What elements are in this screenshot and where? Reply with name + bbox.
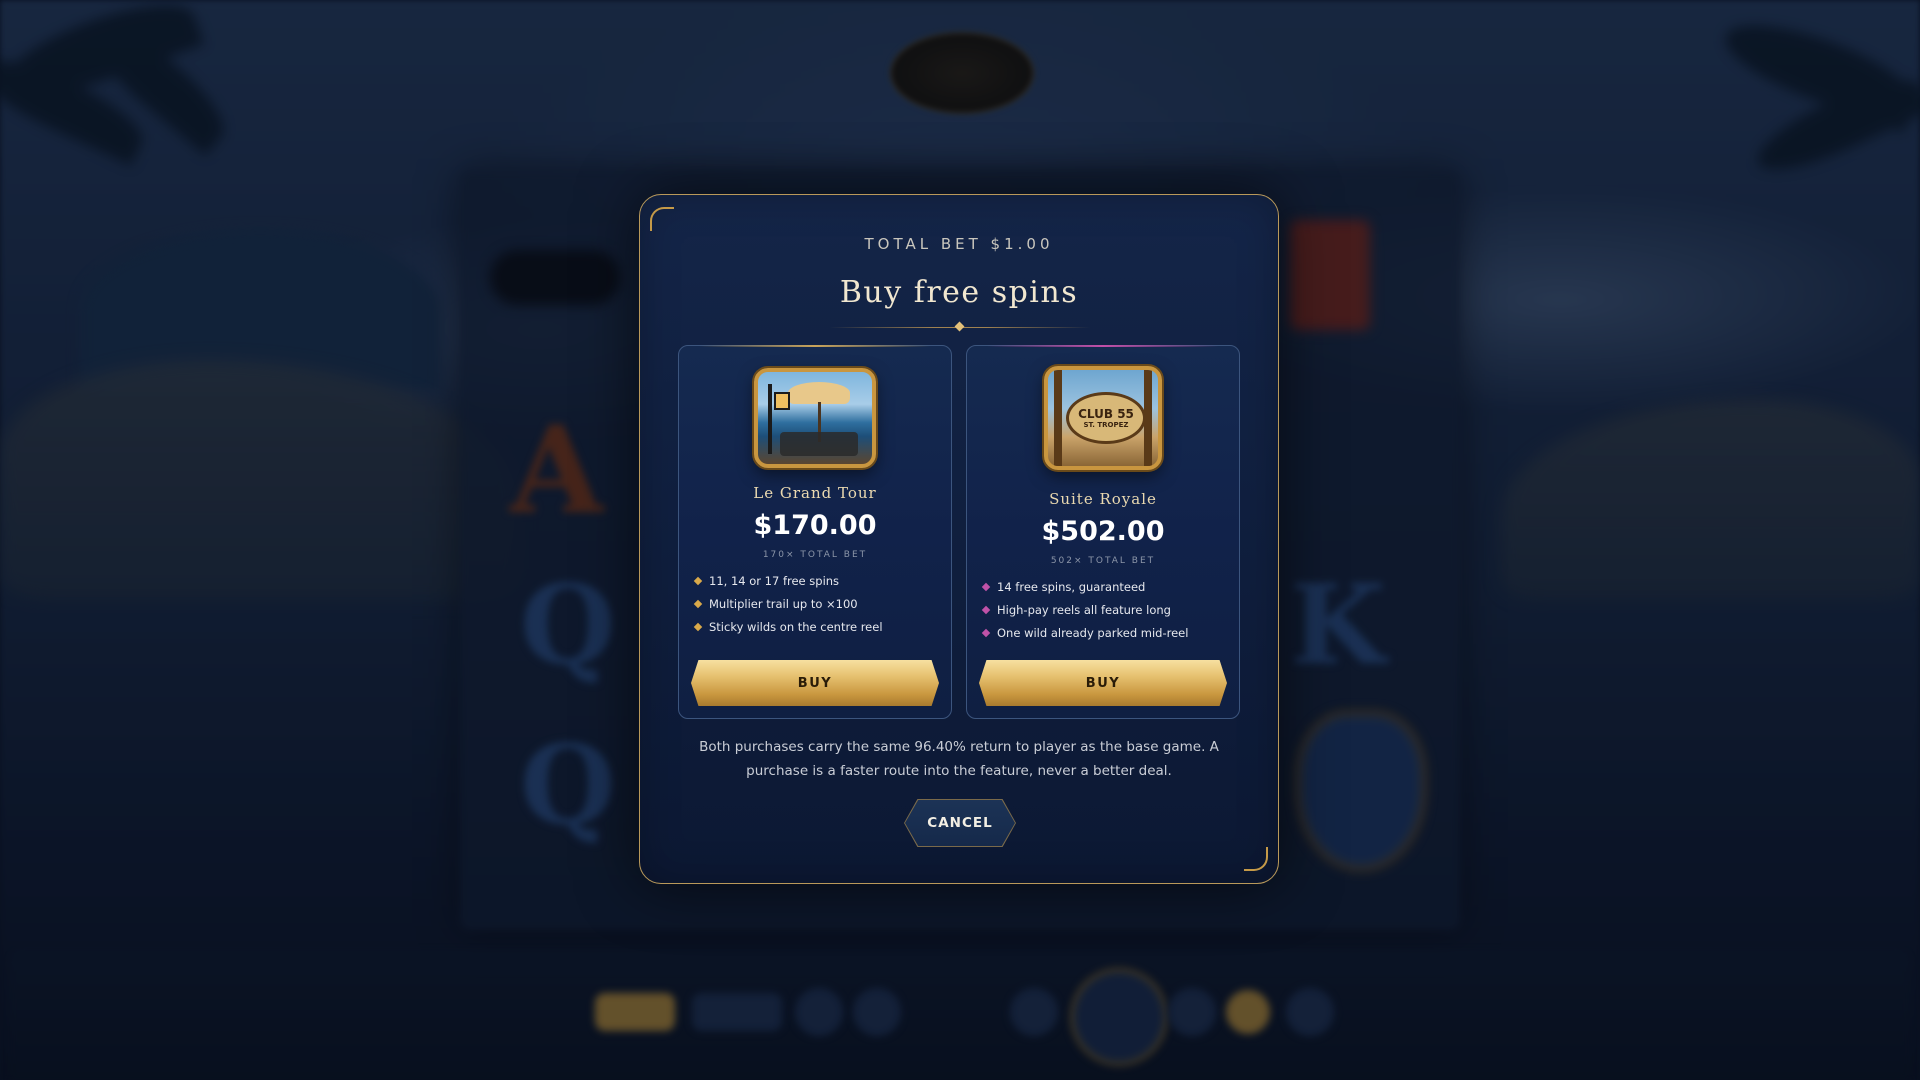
club-sign-icon: CLUB 55 ST. TROPEZ	[1044, 366, 1162, 470]
cafe-terrace-icon	[754, 368, 876, 468]
feature-list: 14 free spins, guaranteed High-pay reels…	[981, 580, 1229, 649]
feature-text: 11, 14 or 17 free spins	[709, 574, 840, 588]
sign-text: CLUB 55	[1078, 406, 1134, 421]
diamond-bullet-icon	[693, 576, 703, 586]
option-price: $170.00	[753, 510, 877, 541]
corner-ornament	[1244, 847, 1268, 871]
dialog-title: Buy free spins	[839, 275, 1079, 310]
diamond-bullet-icon	[981, 628, 991, 638]
rtp-disclaimer: Both purchases carry the same 96.40% ret…	[699, 739, 1219, 779]
feature-item: One wild already parked mid-reel	[981, 626, 1229, 649]
buy-suite-royale-button[interactable]: BUY	[979, 660, 1227, 706]
option-name: Suite Royale	[1049, 490, 1157, 508]
buy-free-spins-dialog: TOTAL BET $1.00 Buy free spins Le Grand …	[639, 194, 1279, 884]
sign-subtext: ST. TROPEZ	[1083, 420, 1129, 429]
game-screen: A Q Q K TOTAL BET $1.00 Buy free spins L…	[0, 0, 1920, 1080]
corner-ornament	[650, 207, 674, 231]
feature-text: One wild already parked mid-reel	[997, 626, 1189, 640]
cancel-button[interactable]: CANCEL	[904, 799, 1016, 847]
feature-text: 14 free spins, guaranteed	[997, 580, 1146, 594]
option-multiplier: 170× TOTAL BET	[762, 550, 868, 560]
diamond-bullet-icon	[693, 622, 703, 632]
card-accent-line	[987, 345, 1219, 347]
option-card-le-grand-tour: Le Grand Tour $170.00 170× TOTAL BET 11,…	[678, 345, 952, 719]
diamond-bullet-icon	[981, 605, 991, 615]
feature-item: 11, 14 or 17 free spins	[693, 574, 941, 597]
option-multiplier: 502× TOTAL BET	[1050, 556, 1156, 566]
buy-le-grand-tour-button[interactable]: BUY	[691, 660, 939, 706]
option-price: $502.00	[1041, 516, 1165, 547]
feature-item: Sticky wilds on the centre reel	[693, 620, 941, 643]
card-accent-line	[699, 345, 931, 347]
diamond-bullet-icon	[981, 582, 991, 592]
feature-item: Multiplier trail up to ×100	[693, 597, 941, 620]
feature-list: 11, 14 or 17 free spins Multiplier trail…	[693, 574, 941, 643]
divider-diamond-icon	[954, 321, 965, 332]
feature-item: High-pay reels all feature long	[981, 603, 1229, 626]
diamond-bullet-icon	[693, 599, 703, 609]
feature-text: Sticky wilds on the centre reel	[709, 620, 883, 634]
feature-text: Multiplier trail up to ×100	[709, 597, 858, 611]
total-bet-label: TOTAL BET $1.00	[864, 235, 1054, 253]
cancel-label: CANCEL	[905, 800, 1015, 846]
option-name: Le Grand Tour	[753, 484, 877, 502]
option-card-suite-royale: CLUB 55 ST. TROPEZ Suite Royale $502.00 …	[966, 345, 1240, 719]
feature-item: 14 free spins, guaranteed	[981, 580, 1229, 603]
feature-text: High-pay reels all feature long	[997, 603, 1171, 617]
